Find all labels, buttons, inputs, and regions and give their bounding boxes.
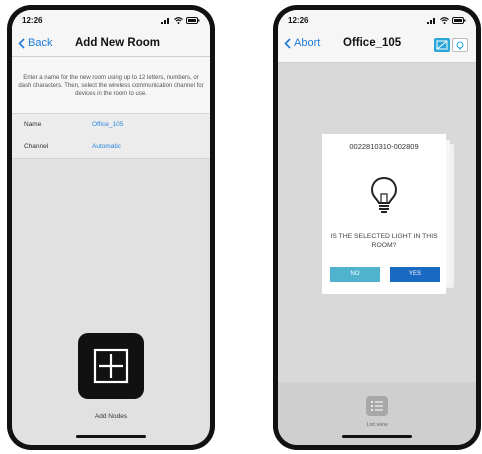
add-nodes-label: Add Nodes	[94, 413, 128, 420]
light-confirmation-card: 0022810310-002809 IS THE SELECTED LIGHT …	[322, 134, 446, 294]
add-new-room-screen: 12:26 Back Add New Room Enter a name for…	[12, 10, 210, 445]
name-value[interactable]: Office_105	[92, 121, 123, 128]
name-label: Name	[24, 121, 42, 128]
status-time: 12:26	[288, 16, 309, 25]
navigation-bar: Back Add New Room	[12, 32, 210, 57]
channel-row[interactable]: Channel Automatic	[12, 136, 210, 159]
page-title: Add New Room	[75, 37, 160, 49]
status-bar: 12:26	[12, 10, 210, 32]
status-icons	[427, 17, 466, 24]
name-row[interactable]: Name Office_105	[12, 113, 210, 137]
wifi-icon	[440, 17, 449, 24]
back-label: Back	[28, 37, 53, 49]
list-view-label: List view	[366, 422, 388, 428]
device-serial: 0022810310-002809	[349, 142, 419, 151]
lightbulb-icon	[370, 176, 398, 213]
abort-button[interactable]: Abort	[284, 37, 320, 49]
status-icons	[161, 17, 200, 24]
home-indicator[interactable]	[342, 435, 412, 438]
status-time: 12:26	[22, 16, 43, 25]
add-square-icon	[93, 348, 129, 384]
list-icon	[371, 401, 383, 411]
yes-button[interactable]: YES	[390, 267, 440, 282]
lightbulb-icon	[456, 41, 464, 50]
add-nodes-button[interactable]	[78, 333, 144, 399]
page-title: Office_105	[343, 37, 402, 49]
cellular-signal-icon	[427, 18, 435, 24]
confirmation-question: IS THE SELECTED LIGHT IN THIS ROOM?	[330, 233, 438, 249]
battery-icon	[186, 17, 200, 24]
cellular-signal-icon	[161, 18, 169, 24]
phone-frame-right: 12:26 Abort Office_105 0022810310-002809…	[273, 5, 481, 450]
battery-icon	[452, 17, 466, 24]
home-indicator[interactable]	[76, 435, 146, 438]
chevron-left-icon	[18, 37, 25, 49]
back-button[interactable]: Back	[18, 37, 52, 49]
channel-value[interactable]: Automatic	[92, 143, 121, 150]
no-button[interactable]: NO	[330, 267, 380, 282]
light-view-toggle[interactable]	[452, 38, 468, 52]
status-bar: 12:26	[278, 10, 476, 32]
channel-label: Channel	[24, 143, 49, 150]
instructions-text: Enter a name for the new room using up t…	[18, 75, 204, 97]
wifi-icon	[174, 17, 183, 24]
room-light-check-screen: 12:26 Abort Office_105 0022810310-002809…	[278, 10, 476, 445]
map-view-toggle[interactable]	[434, 38, 450, 52]
map-view-icon	[436, 40, 448, 50]
chevron-left-icon	[284, 37, 291, 49]
phone-frame-left: 12:26 Back Add New Room Enter a name for…	[7, 5, 215, 450]
view-toggle	[434, 38, 468, 52]
abort-label: Abort	[294, 37, 321, 49]
list-view-button[interactable]	[366, 396, 388, 416]
